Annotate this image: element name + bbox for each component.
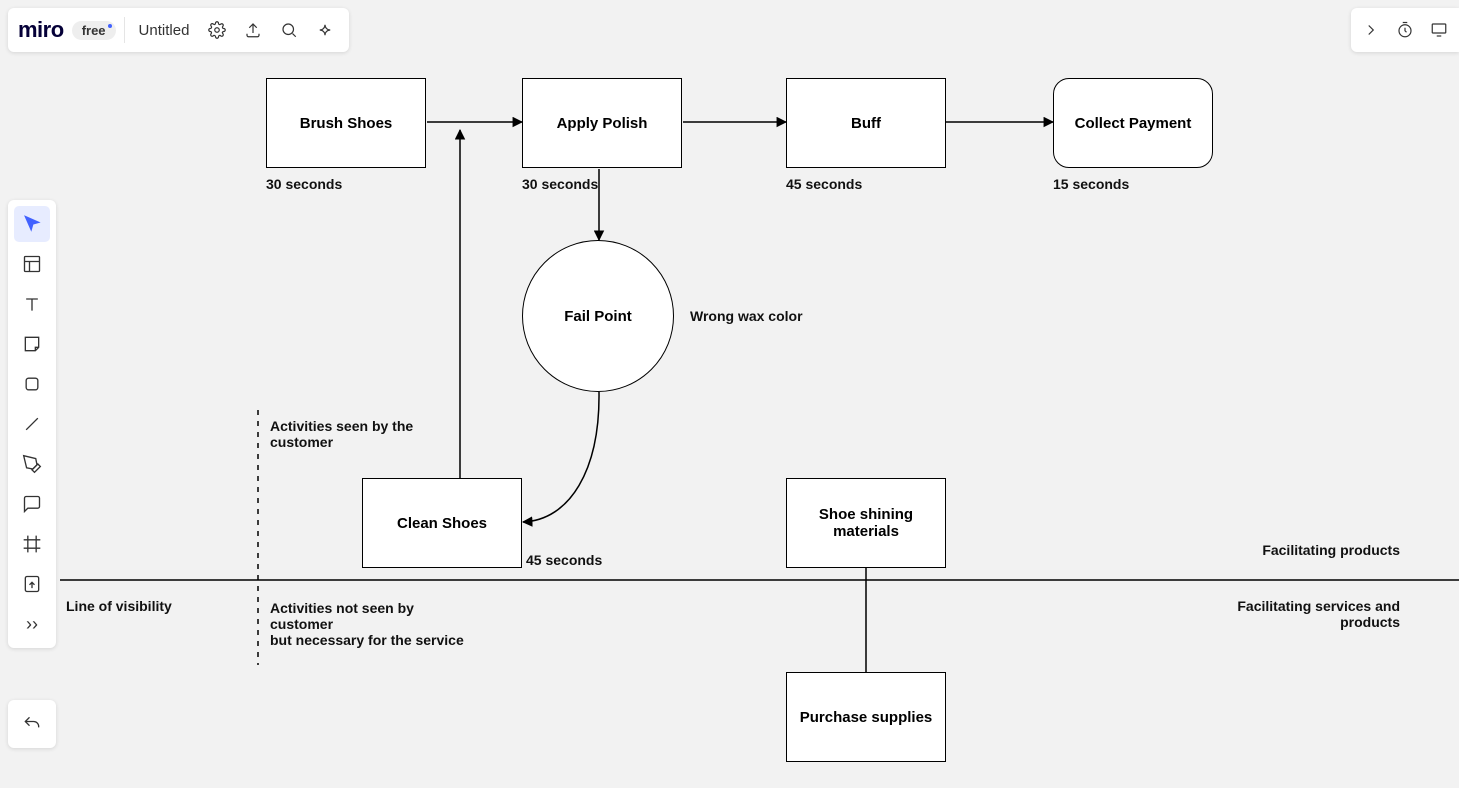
- text-tool[interactable]: [14, 286, 50, 322]
- side-toolbar: ››: [8, 200, 56, 648]
- ai-button[interactable]: [311, 16, 339, 44]
- presentation-icon: [1430, 21, 1448, 39]
- collapse-button[interactable]: [1359, 18, 1383, 42]
- caption-buff-time: 45 seconds: [786, 176, 862, 192]
- document-title[interactable]: Untitled: [133, 22, 196, 39]
- upload-icon: [244, 21, 262, 39]
- node-apply-polish[interactable]: Apply Polish: [522, 78, 682, 168]
- upload-file-icon: [22, 574, 42, 594]
- more-tools[interactable]: ››: [14, 606, 50, 642]
- timer-button[interactable]: [1393, 18, 1417, 42]
- node-shoe-materials[interactable]: Shoe shining materials: [786, 478, 946, 568]
- line-tool[interactable]: [14, 406, 50, 442]
- comment-tool[interactable]: [14, 486, 50, 522]
- more-icon: ››: [26, 614, 38, 635]
- timer-icon: [1396, 21, 1414, 39]
- gear-icon: [208, 21, 226, 39]
- label-activities-seen: Activities seen by the customer: [270, 418, 430, 450]
- node-brush-shoes[interactable]: Brush Shoes: [266, 78, 426, 168]
- caption-clean-time: 45 seconds: [526, 552, 602, 568]
- caption-brush-time: 30 seconds: [266, 176, 342, 192]
- present-button[interactable]: [1427, 18, 1451, 42]
- sticky-note-icon: [22, 334, 42, 354]
- upload-tool[interactable]: [14, 566, 50, 602]
- search-button[interactable]: [275, 16, 303, 44]
- divider: [124, 17, 125, 43]
- export-button[interactable]: [239, 16, 267, 44]
- plan-badge[interactable]: free: [72, 21, 116, 40]
- undo-button[interactable]: [14, 706, 50, 742]
- label-activities-not-seen: Activities not seen by customer but nece…: [270, 600, 470, 648]
- node-collect-payment[interactable]: Collect Payment: [1053, 78, 1213, 168]
- frame-icon: [22, 534, 42, 554]
- node-buff[interactable]: Buff: [786, 78, 946, 168]
- cursor-icon: [22, 214, 42, 234]
- node-clean-shoes[interactable]: Clean Shoes: [362, 478, 522, 568]
- label-line-visibility: Line of visibility: [66, 598, 172, 614]
- search-icon: [280, 21, 298, 39]
- shape-icon: [22, 374, 42, 394]
- templates-icon: [22, 254, 42, 274]
- text-icon: [22, 294, 42, 314]
- pen-icon: [22, 454, 42, 474]
- chevron-right-icon: [1362, 21, 1380, 39]
- templates-tool[interactable]: [14, 246, 50, 282]
- connections-layer: [0, 0, 1459, 788]
- comment-icon: [22, 494, 42, 514]
- top-toolbar: miro free Untitled: [8, 8, 349, 52]
- node-purchase-supplies[interactable]: Purchase supplies: [786, 672, 946, 762]
- node-fail-point[interactable]: Fail Point: [522, 240, 674, 392]
- line-icon: [22, 414, 42, 434]
- sparkle-icon: [316, 21, 334, 39]
- undo-icon: [22, 714, 42, 734]
- select-tool[interactable]: [14, 206, 50, 242]
- label-facilitating-products: Facilitating products: [1200, 542, 1400, 558]
- sticky-tool[interactable]: [14, 326, 50, 362]
- caption-fail-note: Wrong wax color: [690, 308, 803, 324]
- app-logo[interactable]: miro: [18, 17, 64, 43]
- label-facilitating-services: Facilitating services and products: [1200, 598, 1400, 630]
- frame-tool[interactable]: [14, 526, 50, 562]
- pen-tool[interactable]: [14, 446, 50, 482]
- canvas[interactable]: Brush Shoes Apply Polish Buff Collect Pa…: [0, 0, 1459, 788]
- caption-collect-time: 15 seconds: [1053, 176, 1129, 192]
- caption-polish-time: 30 seconds: [522, 176, 598, 192]
- right-toolbar: [1351, 8, 1459, 52]
- undo-panel: [8, 700, 56, 748]
- shape-tool[interactable]: [14, 366, 50, 402]
- settings-button[interactable]: [203, 16, 231, 44]
